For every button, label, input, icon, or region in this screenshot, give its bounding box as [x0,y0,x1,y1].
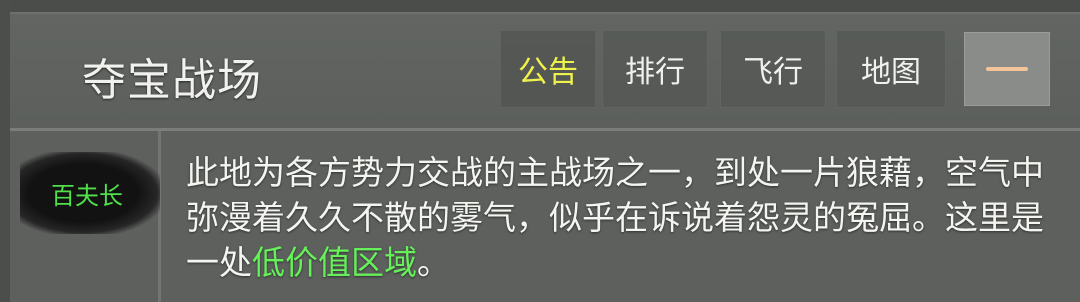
tab-announcement[interactable]: 公告 [500,30,596,108]
value-highlight: 低价值区域 [252,243,417,282]
tab-map[interactable]: 地图 [836,30,946,108]
minus-icon [986,67,1028,71]
rank-badge: 百夫长 [20,152,160,234]
top-frame-strip [0,0,1080,14]
panel-title: 夺宝战场 [82,55,262,106]
tab-flight[interactable]: 飞行 [720,30,826,108]
description-suffix: 。 [417,243,450,282]
rank-label: 百夫长 [51,181,123,210]
collapse-button[interactable] [964,32,1050,106]
panel-header: 夺宝战场 公告 排行 飞行 地图 [10,14,1080,131]
tab-ranking[interactable]: 排行 [602,30,708,108]
left-frame-rail [0,0,10,302]
area-description: 此地为各方势力交战的主战场之一，到处一片狼藉，空气中弥漫着久久不散的雾气，似乎在… [186,150,1066,285]
